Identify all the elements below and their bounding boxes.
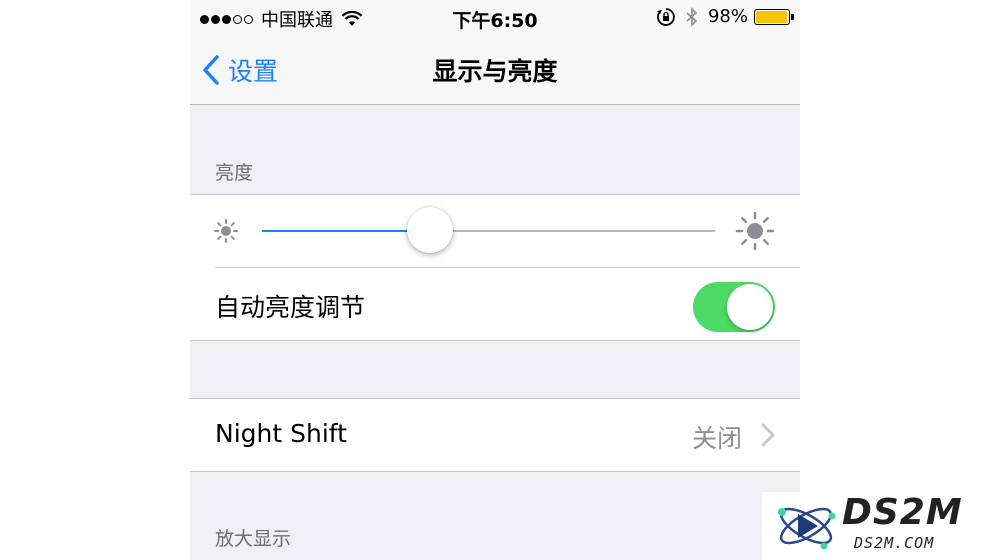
section-header-brightness: 亮度 bbox=[215, 162, 254, 184]
battery-fill bbox=[756, 10, 788, 23]
sun-small-icon bbox=[214, 219, 238, 243]
brightness-slider-row bbox=[190, 195, 800, 268]
phone-screen: 中国联通 下午6:50 98% 设置 显示与亮度 亮度 自动亮度调节 Night… bbox=[190, 0, 800, 560]
auto-brightness-label: 自动亮度调节 bbox=[215, 293, 366, 322]
ds2m-logo-icon bbox=[778, 507, 836, 550]
watermark-url: DS2M.COM bbox=[854, 534, 935, 552]
night-shift-row[interactable]: Night Shift 关闭 bbox=[190, 398, 800, 472]
watermark-title: DS2M bbox=[842, 492, 963, 533]
sun-large-icon bbox=[735, 211, 775, 251]
watermark: DS2M DS2M.COM bbox=[762, 492, 1000, 560]
battery-percent: 98% bbox=[707, 6, 748, 27]
brightness-slider[interactable] bbox=[262, 230, 715, 232]
brightness-slider-thumb[interactable] bbox=[406, 207, 453, 253]
night-shift-value: 关闭 bbox=[691, 424, 742, 453]
night-shift-label: Night Shift bbox=[215, 419, 347, 448]
brightness-group: 自动亮度调节 bbox=[190, 194, 800, 341]
bluetooth-icon bbox=[686, 6, 698, 27]
section-header-zoom: 放大显示 bbox=[215, 528, 292, 550]
orientation-lock-icon bbox=[656, 7, 675, 26]
auto-brightness-row: 自动亮度调节 bbox=[190, 268, 800, 341]
toggle-knob bbox=[727, 284, 773, 330]
chevron-right-icon bbox=[761, 423, 775, 447]
navigation-bar: 设置 显示与亮度 bbox=[190, 34, 800, 105]
brightness-slider-fill bbox=[262, 230, 430, 232]
auto-brightness-toggle[interactable] bbox=[693, 282, 775, 332]
status-bar: 中国联通 下午6:50 98% bbox=[190, 0, 800, 34]
battery-icon bbox=[754, 8, 794, 25]
page-title: 显示与亮度 bbox=[432, 57, 558, 86]
